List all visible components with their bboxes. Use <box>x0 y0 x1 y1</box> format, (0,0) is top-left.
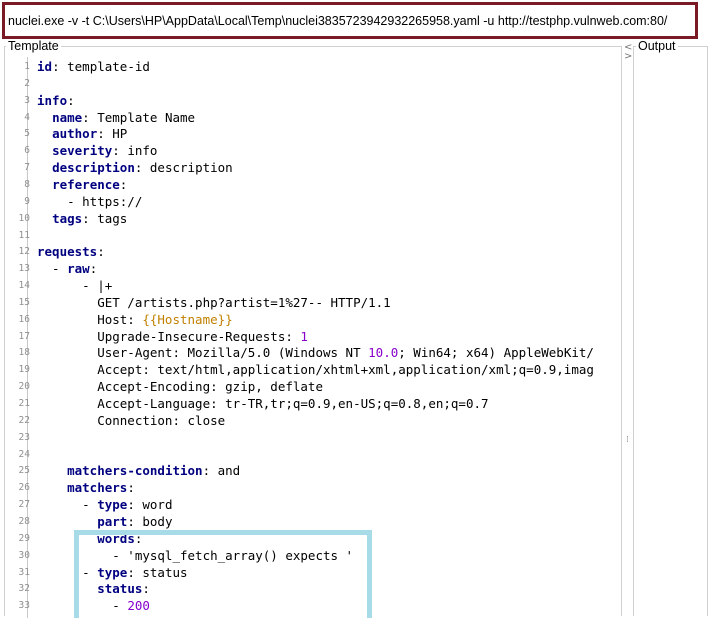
code-segment: : body <box>127 513 173 529</box>
yaml-key: reference <box>52 176 120 192</box>
template-panel-label: Template <box>6 39 61 53</box>
yaml-key: description <box>52 160 135 176</box>
yaml-key: matchers-condition <box>67 463 203 479</box>
matcher-highlight-box <box>74 530 372 618</box>
line-number: 33 <box>18 600 30 612</box>
code-segment: - |+ <box>37 278 113 294</box>
code-segment: Accept: text/html,application/xhtml+xml,… <box>37 362 594 378</box>
code-segment: : word <box>127 497 173 513</box>
yaml-key: tags <box>52 210 83 226</box>
output-panel <box>633 46 708 616</box>
template-variable: {{Hostname}} <box>142 311 233 327</box>
code-segment: : description <box>134 160 233 176</box>
yaml-key: author <box>52 126 98 142</box>
number-literal: 1 <box>300 328 308 344</box>
yaml-key: id <box>37 59 53 74</box>
code-segment: : tags <box>82 210 128 226</box>
panel-splitter[interactable]: < > ⁞ <box>624 40 632 618</box>
code-segment: - <box>37 261 68 277</box>
yaml-key: severity <box>52 143 113 159</box>
splitter-grip-icon[interactable]: ⁞ <box>626 436 629 445</box>
code-segment: : <box>97 244 105 260</box>
code-segment: ; Win64; x64) AppleWebKit/ <box>398 345 594 361</box>
code-segment: : Template Name <box>82 109 196 125</box>
code-segment: : <box>119 176 128 192</box>
code-segment: User-Agent: Mozilla/5.0 (Windows NT <box>37 345 369 361</box>
code-segment: - <box>37 497 98 513</box>
code-segment: Accept-Language: tr-TR,tr;q=0.9,en-US;q=… <box>37 396 489 411</box>
code-segment: : info <box>112 143 158 159</box>
splitter-collapse-right-icon[interactable]: > <box>624 52 632 62</box>
yaml-key: matchers <box>67 480 128 496</box>
code-segment: Upgrade-Insecure-Requests: <box>37 328 301 344</box>
yaml-key: type <box>97 497 128 513</box>
code-segment: GET /artists.php?artist=1%27-- HTTP/1.1 <box>37 294 391 310</box>
code-segment: - https:// <box>37 193 143 209</box>
command-bar <box>2 2 698 39</box>
code-segment: : template-id <box>52 59 150 74</box>
yaml-key: part <box>97 513 128 529</box>
number-literal: 10.0 <box>368 345 399 361</box>
code-segment: Host: <box>37 311 143 327</box>
code-segment: Accept-Encoding: gzip, deflate <box>37 379 323 395</box>
output-panel-label: Output <box>636 39 678 53</box>
code-segment: : <box>127 480 135 496</box>
yaml-key: requests <box>37 244 98 260</box>
code-segment: : HP <box>97 126 128 142</box>
yaml-key: name <box>52 109 83 125</box>
command-input[interactable] <box>8 10 696 32</box>
code-segment: Connection: close <box>37 412 226 428</box>
yaml-key: info <box>37 92 68 108</box>
yaml-key: raw <box>67 261 90 277</box>
code-segment: : <box>89 261 98 277</box>
code-segment: : <box>67 92 75 108</box>
code-segment: : and <box>202 463 241 479</box>
